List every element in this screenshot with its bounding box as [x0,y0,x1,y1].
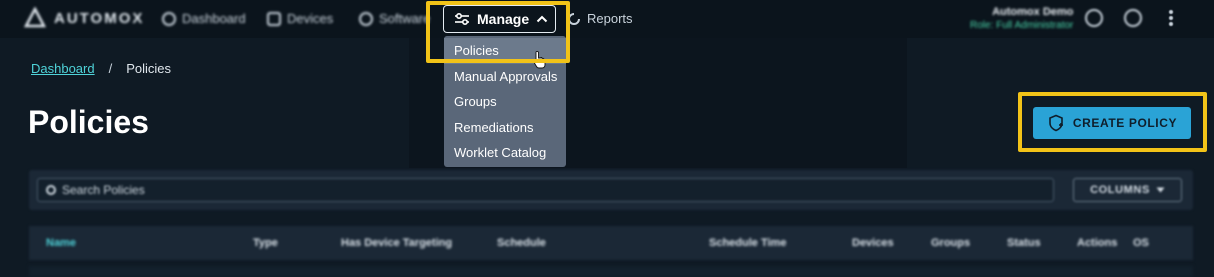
table-row[interactable] [29,266,1193,277]
menu-item-remediations[interactable]: Remediations [444,115,566,141]
nav-dashboard[interactable]: Dashboard [162,11,246,26]
nav-dashboard-label: Dashboard [182,11,246,26]
caret-down-icon [1156,187,1165,193]
user-role: Role: Full Administrator [970,20,1074,31]
software-icon [359,11,373,26]
nav-reports[interactable]: Reports [567,11,633,26]
menu-item-manual-approvals[interactable]: Manual Approvals [444,64,566,90]
column-header-schedule-time[interactable]: Schedule Time [709,237,786,249]
breadcrumb-dashboard-link[interactable]: Dashboard [31,61,95,76]
column-header-schedule[interactable]: Schedule [497,237,546,249]
column-header-name[interactable]: Name [46,237,76,249]
menu-item-worklet-catalog[interactable]: Worklet Catalog [444,140,566,166]
column-header-status[interactable]: Status [1007,237,1041,249]
notifications-icon[interactable] [1124,9,1142,27]
column-header-type[interactable]: Type [253,237,278,249]
search-placeholder: Search Policies [62,183,145,197]
nav-software[interactable]: Software [359,11,430,26]
column-header-groups[interactable]: Groups [931,237,970,249]
columns-button[interactable]: COLUMNS [1073,178,1182,202]
automox-logo[interactable]: AUTOMOX [24,7,144,29]
brand-name: AUTOMOX [54,9,145,27]
nav-devices[interactable]: Devices [267,11,333,26]
columns-label: COLUMNS [1090,184,1150,196]
user-account[interactable]: Automox Demo Role: Full Administrator [970,6,1073,31]
column-header-device-targeting[interactable]: Has Device Targeting [341,237,452,249]
breadcrumb: Dashboard / Policies [31,61,171,76]
manage-highlight-box [426,1,570,63]
nav-reports-label: Reports [587,11,633,26]
column-header-os[interactable]: OS [1133,237,1149,249]
more-menu-icon[interactable] [1169,10,1173,26]
nav-software-label: Software [379,11,431,26]
search-input[interactable]: Search Policies [37,178,1054,202]
automox-logo-icon [24,7,46,28]
column-header-devices[interactable]: Devices [852,237,894,249]
menu-item-groups[interactable]: Groups [444,89,566,115]
top-navigation-bar: AUTOMOX Dashboard Devices Software Repor… [0,0,1214,38]
help-icon[interactable] [1085,9,1103,27]
nav-devices-label: Devices [287,11,334,26]
column-header-actions[interactable]: Actions [1077,237,1117,249]
breadcrumb-current: Policies [126,61,172,76]
devices-icon [267,11,281,26]
search-icon [46,185,56,195]
user-name: Automox Demo [992,6,1074,18]
dashboard-icon [162,11,176,26]
breadcrumb-separator: / [108,61,113,76]
create-policy-highlight-box [1018,92,1207,152]
page-title: Policies [28,104,149,140]
